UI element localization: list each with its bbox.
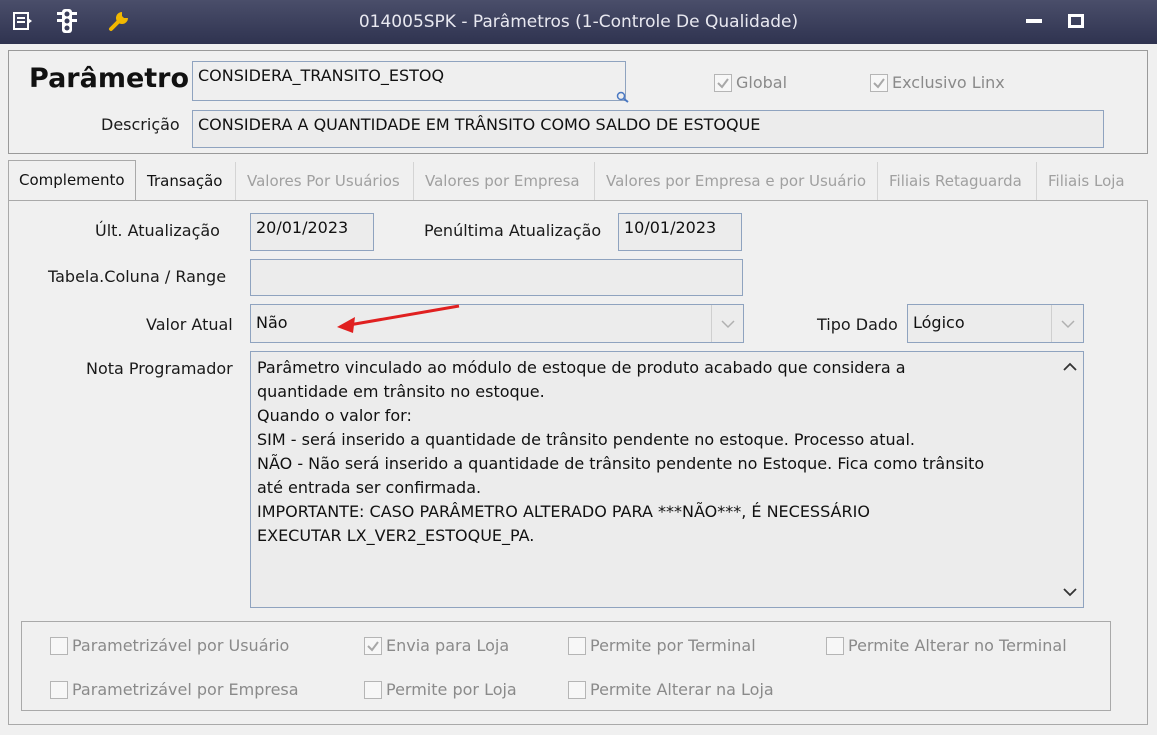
tab-complemento[interactable]: Complemento [8,160,136,200]
tab-valores-por-usuarios[interactable]: Valores Por Usuários [237,162,414,200]
penultima-atualizacao-label: Penúltima Atualização [424,221,602,240]
window-title: 014005SPK - Parâmetros (1-Controle De Qu… [358,12,799,32]
penultima-atualizacao-field[interactable]: 10/01/2023 [618,213,742,251]
global-checkbox[interactable]: Global [714,73,787,92]
checkbox-box [50,680,68,699]
tab-filiais-retaguarda[interactable]: Filiais Retaguarda [879,162,1037,200]
option-label: Permite por Terminal [590,636,756,655]
scroll-up-icon[interactable] [1063,362,1077,372]
option-label: Parametrizável por Usuário [72,636,290,655]
scroll-down-icon[interactable] [1063,587,1077,597]
valor-atual-dropdown-button[interactable] [711,305,743,342]
global-check-icon [714,73,732,92]
parameters-window: Parâmetro CONSIDERA_TRANSITO_ESTOQ Globa… [0,44,1157,735]
tab-valores-por-empresa[interactable]: Valores por Empresa [415,162,595,200]
options-group: Parametrizável por Usuário Envia para Lo… [21,621,1111,711]
checkbox-check-icon [364,636,382,655]
parameter-header: Parâmetro CONSIDERA_TRANSITO_ESTOQ Globa… [8,50,1148,154]
exclusivo-linx-checkbox[interactable]: Exclusivo Linx [870,73,1005,92]
tipo-dado-combo[interactable]: Lógico [907,304,1084,343]
tab-valores-por-empresa-usuario[interactable]: Valores por Empresa e por Usuário [596,162,878,200]
permite-alterar-loja-checkbox[interactable]: Permite Alterar na Loja [568,680,774,699]
option-label: Permite por Loja [386,680,517,699]
envia-para-loja-checkbox[interactable]: Envia para Loja [364,636,509,655]
exclusivo-label: Exclusivo Linx [892,73,1005,92]
valor-atual-combo[interactable]: Não [250,304,744,343]
global-label: Global [736,73,788,92]
checkbox-box [50,636,68,655]
checkbox-box [568,636,586,655]
permite-por-loja-checkbox[interactable]: Permite por Loja [364,680,517,699]
parameter-label: Parâmetro [29,63,190,94]
checkbox-box [568,680,586,699]
permite-por-terminal-checkbox[interactable]: Permite por Terminal [568,636,756,655]
exclusivo-check-icon [870,73,888,92]
valor-atual-value: Não [256,313,288,332]
checkbox-box [826,636,844,655]
tab-strip: Complemento Transação Valores Por Usuári… [8,160,1148,200]
minimize-button[interactable] [1022,10,1046,32]
tabela-coluna-label: Tabela.Coluna / Range [48,267,227,286]
nota-programador-text: Parâmetro vinculado ao módulo de estoque… [257,358,985,545]
lookup-icon[interactable] [616,91,630,103]
option-label: Parametrizável por Empresa [72,680,299,699]
option-label: Permite Alterar no Terminal [848,636,1067,655]
complemento-panel: Últ. Atualização 20/01/2023 Penúltima At… [8,200,1148,725]
nota-programador-label: Nota Programador [86,359,233,378]
nota-scrollbar[interactable] [1057,352,1083,607]
parameter-field[interactable]: CONSIDERA_TRANSITO_ESTOQ [192,61,626,101]
tabela-coluna-field[interactable] [250,259,743,296]
option-label: Permite Alterar na Loja [590,680,774,699]
valor-atual-label: Valor Atual [146,315,233,334]
tipo-dado-label: Tipo Dado [817,315,898,334]
tipo-dado-value: Lógico [913,313,965,332]
description-field[interactable]: CONSIDERA A QUANTIDADE EM TRÂNSITO COMO … [192,110,1104,148]
title-bar: 014005SPK - Parâmetros (1-Controle De Qu… [0,0,1157,44]
tab-transacao[interactable]: Transação [137,162,236,200]
parametrizavel-usuario-checkbox[interactable]: Parametrizável por Usuário [50,636,289,655]
nota-programador-field[interactable]: Parâmetro vinculado ao módulo de estoque… [250,351,1084,608]
tab-filiais-loja[interactable]: Filiais Loja [1038,162,1148,200]
ult-atualizacao-label: Últ. Atualização [95,221,220,240]
parametrizavel-empresa-checkbox[interactable]: Parametrizável por Empresa [50,680,299,699]
ult-atualizacao-field[interactable]: 20/01/2023 [250,213,374,251]
option-label: Envia para Loja [386,636,510,655]
annotation-arrow-icon [337,304,460,333]
description-label: Descrição [101,115,180,134]
checkbox-box [364,680,382,699]
tipo-dado-dropdown-button[interactable] [1051,305,1083,342]
maximize-button[interactable] [1064,10,1088,32]
permite-alterar-terminal-checkbox[interactable]: Permite Alterar no Terminal [826,636,1067,655]
